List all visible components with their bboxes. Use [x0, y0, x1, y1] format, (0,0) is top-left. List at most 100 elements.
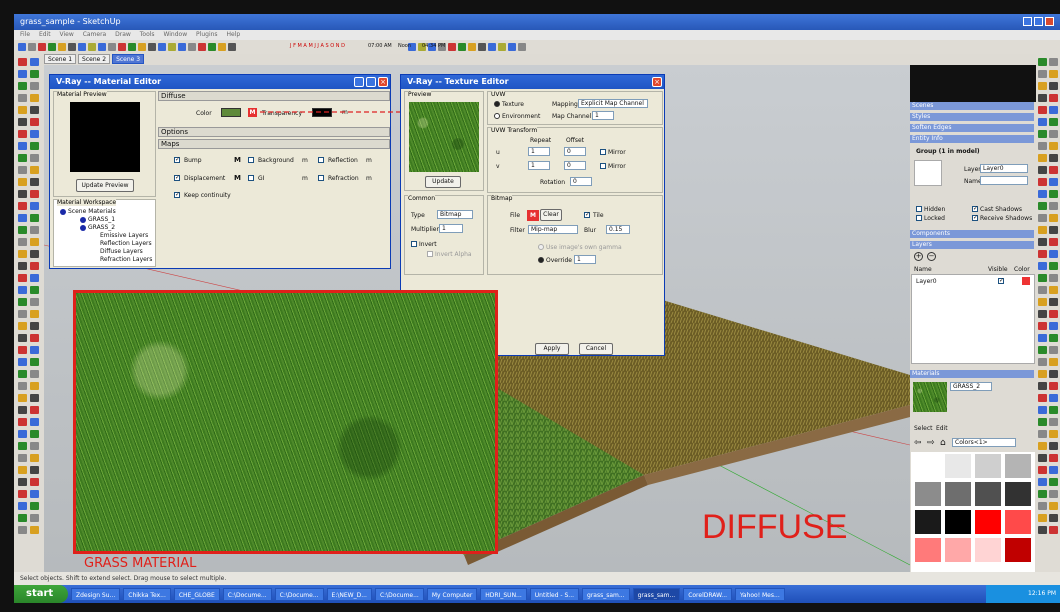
- tray-tab-materials[interactable]: Materials: [910, 370, 1034, 378]
- multiplier-input[interactable]: 1: [439, 224, 463, 233]
- uvw-transform-label: UVW Transform: [491, 127, 538, 134]
- tray-tab-layers[interactable]: Layers: [910, 241, 1034, 249]
- grass-material-caption: GRASS MATERIAL: [84, 556, 197, 571]
- material-swatch[interactable]: [945, 510, 971, 534]
- blur-input[interactable]: 0.15: [606, 225, 630, 234]
- map-channel-input[interactable]: 1: [592, 111, 614, 120]
- uvw-group: UVW Texture Environment Mapping Explicit…: [487, 91, 663, 125]
- material-swatch[interactable]: [915, 454, 941, 478]
- update-button[interactable]: Update: [425, 176, 461, 188]
- material-swatch[interactable]: [975, 482, 1001, 506]
- layer-visible-checkbox[interactable]: ✓: [998, 278, 1004, 284]
- override-radio[interactable]: [538, 257, 544, 263]
- own-gamma-radio[interactable]: [538, 244, 544, 250]
- material-name-input[interactable]: GRASS_2: [950, 382, 992, 391]
- material-swatch[interactable]: [945, 454, 971, 478]
- tray-tab-styles[interactable]: Styles: [910, 113, 1034, 121]
- close-icon[interactable]: ×: [652, 77, 662, 87]
- file-map-button[interactable]: M: [527, 210, 539, 221]
- taskbar-task[interactable]: C:\Docume...: [222, 587, 272, 601]
- taskbar-task[interactable]: My Computer: [426, 587, 478, 601]
- taskbar-task[interactable]: HDRI_SUN...: [480, 587, 527, 601]
- texture-option-label: Texture: [502, 101, 524, 108]
- taskbar-task[interactable]: grass_sam...: [632, 587, 681, 601]
- tray-tab-components[interactable]: Components: [910, 230, 1034, 238]
- texture-radio[interactable]: [494, 101, 500, 107]
- collection-select[interactable]: Colors<1>: [952, 438, 1016, 447]
- texture-preview-label: Preview: [408, 91, 432, 98]
- materials-tab-edit[interactable]: Edit: [936, 425, 948, 432]
- back-icon[interactable]: ⇦: [914, 438, 922, 448]
- hidden-checkbox[interactable]: [916, 206, 922, 212]
- taskbar-task[interactable]: grass_sam...: [582, 587, 630, 601]
- taskbar-task[interactable]: Yahoo! Mes...: [735, 587, 785, 601]
- tray-tab-entity-info[interactable]: Entity Info: [910, 135, 1034, 143]
- material-swatch[interactable]: [975, 538, 1001, 562]
- tile-checkbox[interactable]: ✓: [584, 212, 590, 218]
- taskbar-task[interactable]: CorelDRAW...: [683, 587, 733, 601]
- mapping-select[interactable]: Explicit Map Channel: [578, 99, 648, 108]
- start-button[interactable]: start: [14, 585, 68, 603]
- material-swatch[interactable]: [915, 482, 941, 506]
- material-swatch[interactable]: [975, 510, 1001, 534]
- material-swatch[interactable]: [945, 538, 971, 562]
- right-tray: Scenes Styles Soften Edges Entity Info G…: [910, 102, 1036, 572]
- u-repeat-input[interactable]: 1: [528, 147, 550, 156]
- layer-color-swatch[interactable]: [1022, 277, 1030, 285]
- cast-shadows-checkbox[interactable]: ✓: [972, 206, 978, 212]
- tray-tab-soften-edges[interactable]: Soften Edges: [910, 124, 1034, 132]
- clear-button[interactable]: Clear: [540, 209, 562, 221]
- type-select[interactable]: Bitmap: [437, 210, 473, 219]
- u-mirror-checkbox[interactable]: [600, 149, 606, 155]
- texture-preview-image: [409, 102, 479, 172]
- home-icon[interactable]: ⌂: [940, 438, 946, 448]
- multiplier-label: Multiplier: [411, 226, 439, 233]
- v-repeat-input[interactable]: 1: [528, 161, 550, 170]
- v-offset-input[interactable]: 0: [564, 161, 586, 170]
- material-swatch[interactable]: [915, 538, 941, 562]
- taskbar-task[interactable]: E:\NEW_D...: [326, 587, 372, 601]
- locked-checkbox[interactable]: [916, 215, 922, 221]
- material-swatch[interactable]: [1005, 538, 1031, 562]
- invert-alpha-checkbox[interactable]: [427, 251, 433, 257]
- map-channel-label: Map Channel: [552, 113, 592, 120]
- material-swatch[interactable]: [1005, 482, 1031, 506]
- name-input[interactable]: [980, 176, 1028, 185]
- material-swatch[interactable]: [945, 482, 971, 506]
- taskbar: start Zdesign Su... Chikka Tex... CHE_GLOB…: [14, 585, 1060, 603]
- v-mirror-checkbox[interactable]: [600, 163, 606, 169]
- taskbar-task[interactable]: C:\Docume...: [374, 587, 424, 601]
- taskbar-task[interactable]: Untitled - S...: [529, 587, 580, 601]
- receive-shadows-checkbox[interactable]: ✓: [972, 215, 978, 221]
- tray-tab-scenes[interactable]: Scenes: [910, 102, 1034, 110]
- layer-select[interactable]: Layer0: [980, 164, 1028, 173]
- material-swatch[interactable]: [1005, 454, 1031, 478]
- apply-button[interactable]: Apply: [535, 343, 569, 355]
- layer-row[interactable]: Layer0: [916, 278, 937, 285]
- rotation-input[interactable]: 0: [570, 177, 592, 186]
- material-swatch[interactable]: [975, 454, 1001, 478]
- filter-label: Filter: [510, 227, 525, 234]
- taskbar-task[interactable]: C:\Docume...: [274, 587, 324, 601]
- invert-label: Invert: [419, 241, 437, 248]
- mapping-label: Mapping: [552, 101, 578, 108]
- add-layer-icon[interactable]: +: [914, 252, 923, 261]
- filter-select[interactable]: Mip-map: [528, 225, 578, 234]
- cancel-button[interactable]: Cancel: [579, 343, 613, 355]
- environment-radio[interactable]: [494, 113, 500, 119]
- remove-layer-icon[interactable]: −: [927, 252, 936, 261]
- taskbar-task[interactable]: Chikka Tex...: [123, 587, 171, 601]
- material-swatch[interactable]: [1005, 510, 1031, 534]
- invert-checkbox[interactable]: [411, 241, 417, 247]
- forward-icon[interactable]: ⇨: [927, 438, 935, 448]
- taskbar-task[interactable]: CHE_GLOBE: [173, 587, 220, 601]
- override-input[interactable]: 1: [574, 255, 596, 264]
- materials-tab-select[interactable]: Select: [914, 425, 933, 432]
- material-swatch-grid: [911, 452, 1035, 572]
- v-label: v: [496, 163, 500, 170]
- receive-shadows-label: Receive Shadows: [980, 215, 1033, 222]
- taskbar-task[interactable]: Zdesign Su...: [71, 587, 121, 601]
- grass-material-closeup: [73, 290, 498, 554]
- u-offset-input[interactable]: 0: [564, 147, 586, 156]
- material-swatch[interactable]: [915, 510, 941, 534]
